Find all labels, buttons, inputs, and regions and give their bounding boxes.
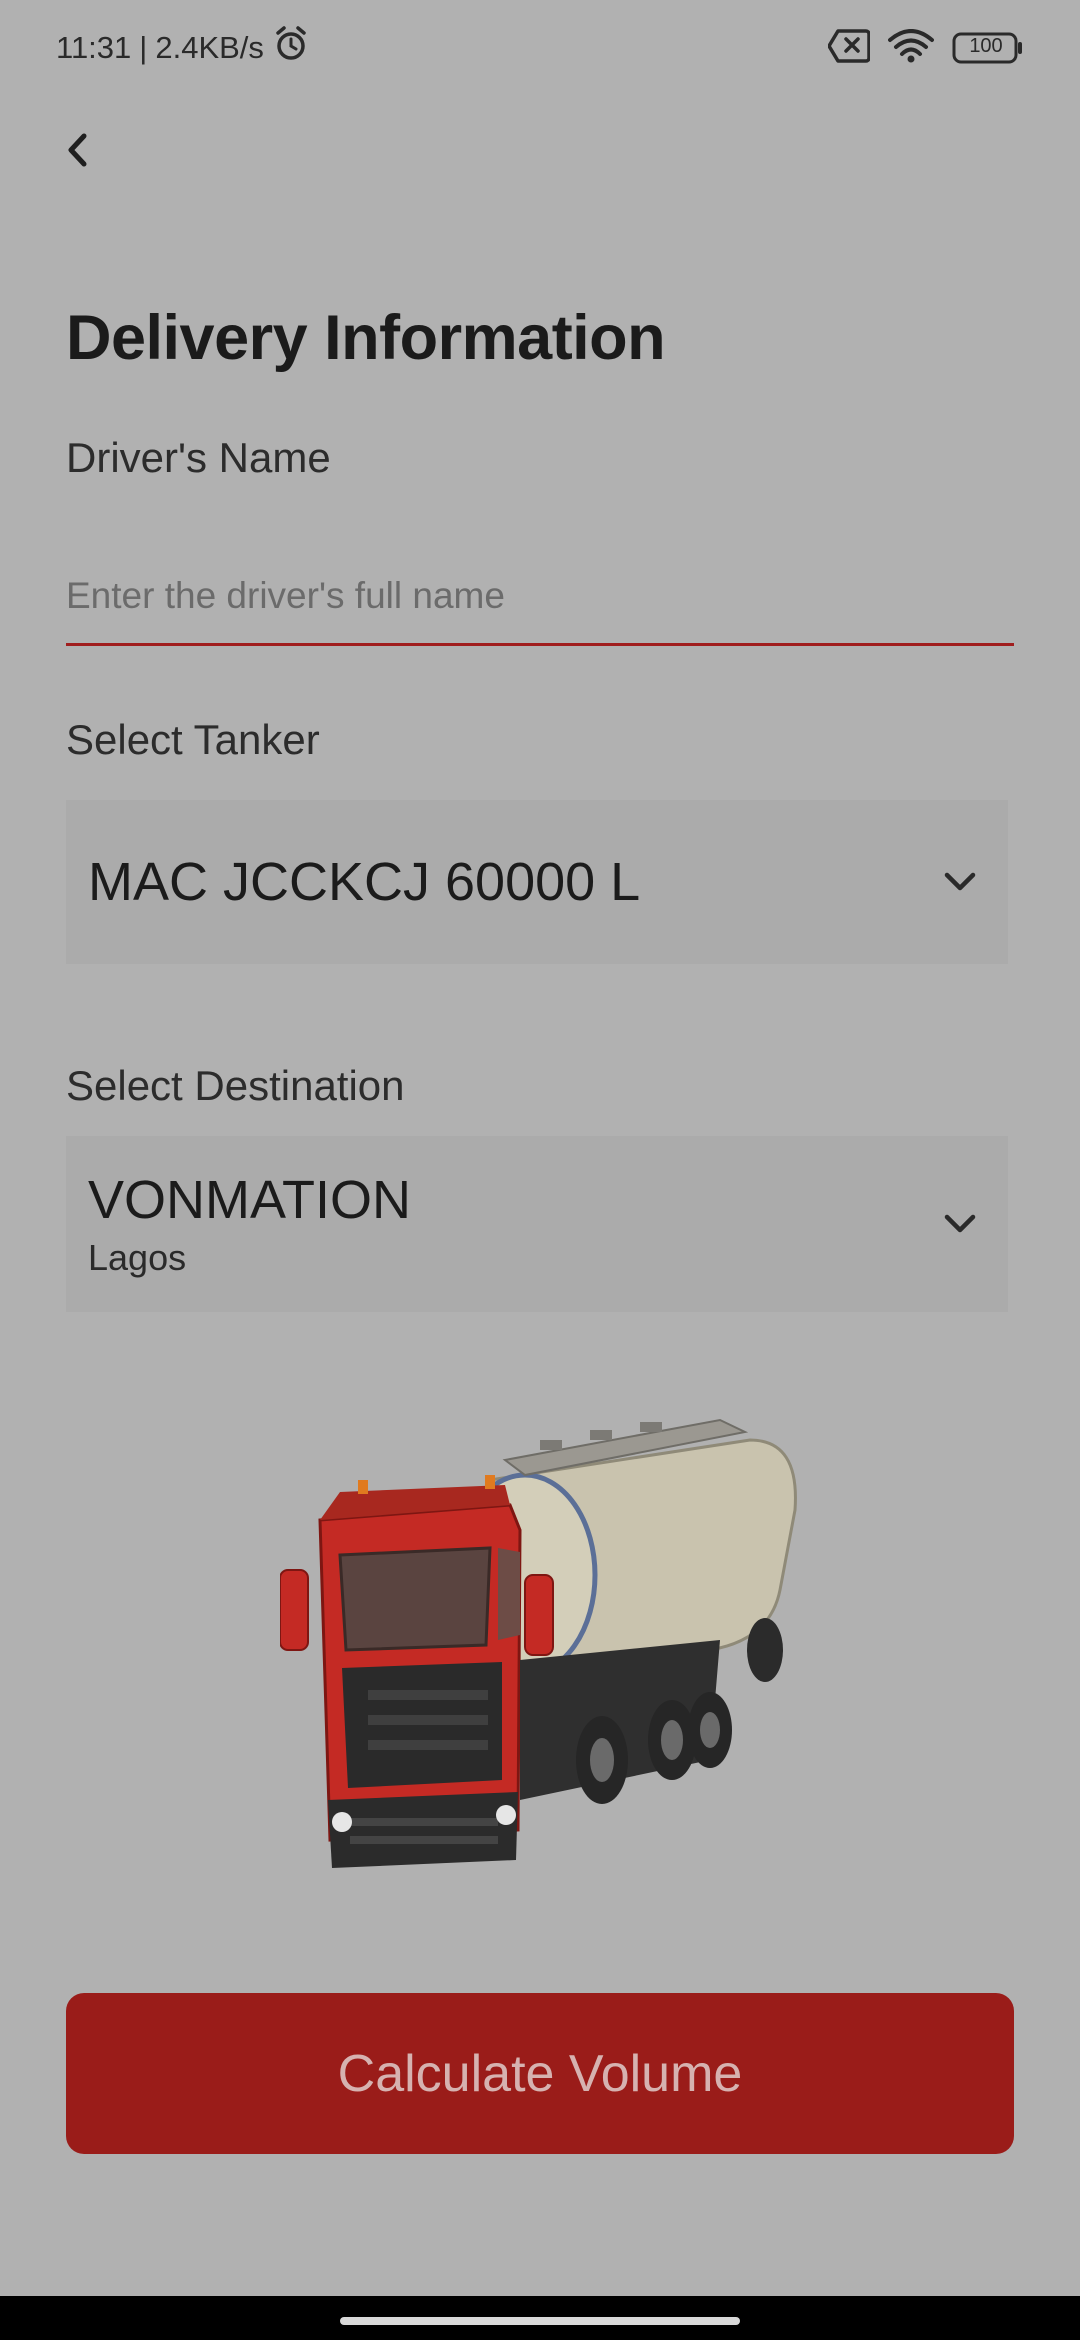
select-destination-label: Select Destination — [66, 1062, 405, 1109]
page-title: Delivery Information — [66, 303, 666, 373]
chevron-down-icon — [940, 1204, 980, 1244]
status-speed: 2.4KB/s — [155, 30, 264, 65]
status-time: 11:31 — [56, 30, 132, 65]
alarm-icon — [272, 25, 310, 71]
driver-name-input[interactable] — [66, 548, 1014, 646]
home-gesture-handle[interactable] — [340, 2317, 740, 2325]
back-button[interactable] — [50, 120, 106, 184]
status-separator: | — [139, 30, 148, 65]
status-bar: 11:31 | 2.4KB/s 100 — [0, 0, 1080, 96]
tanker-truck-illustration — [279, 1400, 800, 1920]
chevron-down-icon — [940, 862, 980, 902]
destination-subtitle: Lagos — [88, 1237, 187, 1278]
destination-select[interactable]: VONMATION Lagos — [66, 1136, 1008, 1312]
status-right: 100 — [827, 28, 1024, 68]
destination-selected-value: VONMATION — [88, 1170, 411, 1230]
chevron-left-icon — [62, 130, 94, 175]
battery-icon: 100 — [952, 31, 1024, 65]
calculate-volume-button[interactable]: Calculate Volume — [66, 1993, 1014, 2154]
battery-level: 100 — [969, 35, 1003, 57]
sim-error-icon — [827, 28, 871, 68]
driver-name-label: Driver's Name — [66, 434, 331, 481]
wifi-icon — [888, 28, 934, 68]
destination-value-group: VONMATION Lagos — [88, 1169, 411, 1279]
select-tanker-label: Select Tanker — [66, 716, 320, 763]
status-left: 11:31 | 2.4KB/s — [56, 25, 310, 71]
tanker-select[interactable]: MAC JCCKCJ 60000 L — [66, 800, 1008, 964]
tanker-selected-value: MAC JCCKCJ 60000 L — [88, 852, 641, 912]
